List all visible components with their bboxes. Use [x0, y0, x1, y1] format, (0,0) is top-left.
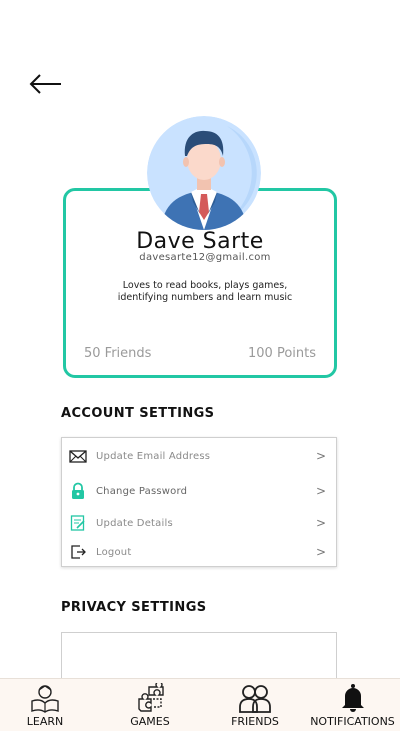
points-count[interactable]: 100 Points [248, 346, 316, 361]
nav-friends-label: FRIENDS [231, 715, 279, 728]
nav-games-label: GAMES [130, 715, 170, 728]
nav-notifications-label: NOTIFICATIONS [310, 715, 395, 728]
account-settings-list: Update Email Address > Change Password >… [61, 437, 337, 567]
puzzle-icon [133, 681, 167, 713]
nav-friends[interactable]: FRIENDS [220, 679, 290, 731]
profile-bio: Loves to read books, plays games, identi… [117, 280, 293, 303]
logout-row[interactable]: Logout > [62, 539, 336, 567]
learn-icon [28, 683, 62, 713]
account-settings-title: ACCOUNT SETTINGS [61, 406, 215, 421]
profile-name: Dave Sarte [136, 229, 264, 254]
update-details-label: Update Details [96, 518, 173, 529]
back-button[interactable] [28, 70, 64, 98]
change-password-row[interactable]: Change Password > [62, 478, 336, 506]
bell-icon [336, 683, 370, 713]
friends-icon [238, 683, 272, 713]
nav-games[interactable]: GAMES [115, 679, 185, 731]
arrow-left-icon [29, 74, 61, 94]
chevron-right-icon: > [315, 484, 326, 498]
chevron-right-icon: > [315, 545, 326, 559]
lock-icon [69, 482, 87, 500]
update-email-row[interactable]: Update Email Address > [62, 443, 336, 471]
bottom-nav: LEARN GAMES FRIENDS NOTIFICATIONS [0, 678, 400, 731]
change-password-label: Change Password [96, 486, 188, 497]
chevron-right-icon: > [315, 449, 326, 463]
avatar [147, 116, 261, 230]
chevron-right-icon: > [315, 516, 326, 530]
envelope-icon [69, 447, 87, 465]
nav-learn[interactable]: LEARN [10, 679, 80, 731]
logout-label: Logout [96, 547, 132, 558]
nav-notifications[interactable]: NOTIFICATIONS [305, 679, 400, 731]
nav-learn-label: LEARN [26, 715, 64, 728]
friends-count[interactable]: 50 Friends [84, 346, 151, 361]
update-details-row[interactable]: Update Details > [62, 510, 336, 538]
edit-details-icon [69, 514, 87, 532]
privacy-settings-title: PRIVACY SETTINGS [61, 600, 207, 615]
update-email-label: Update Email Address [96, 451, 211, 462]
logout-icon [69, 543, 87, 561]
